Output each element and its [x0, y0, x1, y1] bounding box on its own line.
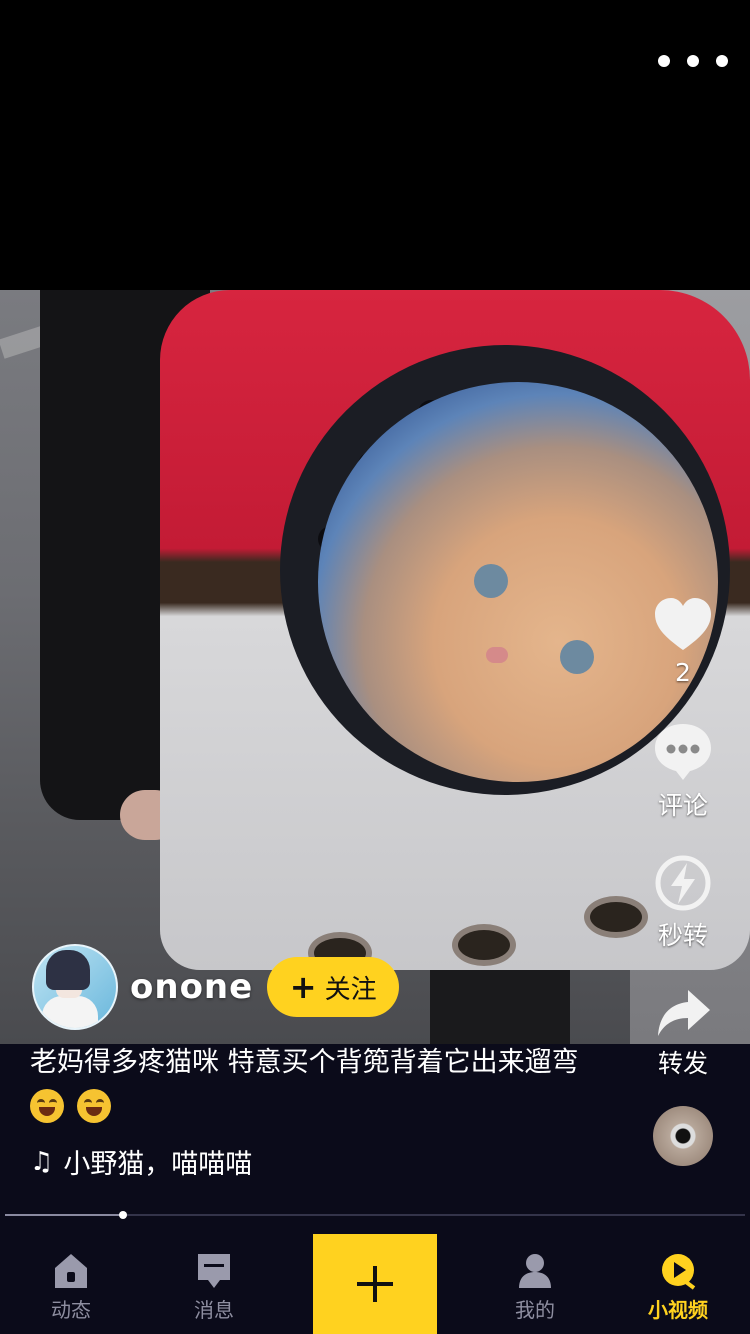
- video-progress-bar[interactable]: [5, 1211, 745, 1219]
- author-row: onone + 关注: [32, 944, 400, 1030]
- more-options-button[interactable]: [658, 48, 728, 74]
- music-info[interactable]: ♫ 小野猫，喵喵喵: [30, 1142, 252, 1181]
- backpack-vent: [452, 924, 516, 966]
- plus-icon: +: [289, 968, 317, 1006]
- create-post-button[interactable]: [313, 1234, 437, 1334]
- flash-share-button[interactable]: 秒转: [650, 854, 716, 952]
- caption-emojis: [30, 1084, 610, 1126]
- cat-nose: [486, 647, 508, 663]
- author-username[interactable]: onone: [130, 967, 253, 1007]
- tab-short-video-label: 小视频: [648, 1298, 708, 1322]
- avatar-hair: [46, 950, 90, 990]
- cat-eye: [560, 640, 594, 674]
- laughing-emoji-icon: [76, 1088, 111, 1123]
- like-count: 2: [675, 658, 691, 687]
- tab-short-video[interactable]: 小视频: [618, 1234, 738, 1334]
- comment-label: 评论: [657, 791, 708, 820]
- follow-button[interactable]: + 关注: [267, 957, 400, 1017]
- top-bar: [0, 0, 750, 290]
- caption-text: 老妈得多疼猫咪 特意买个背篼背着它出来遛弯: [30, 1047, 579, 1078]
- music-title: 小野猫，喵喵喵: [63, 1149, 253, 1180]
- music-note-icon: ♫: [30, 1146, 54, 1177]
- video-player[interactable]: [0, 290, 750, 1044]
- cat-eye: [474, 564, 508, 598]
- message-icon: [198, 1254, 230, 1288]
- lightning-icon: [655, 855, 711, 911]
- user-icon: [519, 1254, 551, 1288]
- laughing-emoji-icon: [30, 1088, 64, 1123]
- forward-button[interactable]: 转发: [650, 986, 716, 1080]
- forward-label: 转发: [657, 1049, 708, 1078]
- more-dot-icon: [658, 55, 670, 67]
- bottom-tab-bar: 动态 消息 我的 小视频: [0, 1234, 750, 1334]
- comment-button[interactable]: 评论: [650, 722, 716, 822]
- avatar-body: [42, 996, 98, 1028]
- tab-me[interactable]: 我的: [475, 1234, 595, 1334]
- tab-messages-label: 消息: [194, 1298, 234, 1322]
- more-dot-icon: [716, 55, 728, 67]
- more-dot-icon: [687, 55, 699, 67]
- follow-label: 关注: [324, 974, 377, 1005]
- forward-arrow-icon: [658, 990, 710, 1036]
- tab-messages[interactable]: 消息: [154, 1234, 274, 1334]
- author-avatar[interactable]: [32, 944, 118, 1030]
- plus-icon: [373, 1266, 377, 1302]
- home-icon: [55, 1254, 87, 1288]
- video-caption: 老妈得多疼猫咪 特意买个背篼背着它出来遛弯: [30, 1042, 610, 1126]
- tab-me-label: 我的: [515, 1298, 555, 1322]
- flash-share-label: 秒转: [657, 921, 708, 950]
- heart-icon: [655, 598, 711, 650]
- progress-fill: [5, 1214, 124, 1216]
- like-button[interactable]: 2: [650, 596, 716, 687]
- comment-bubble-icon: [655, 724, 711, 780]
- backpack-vent: [584, 896, 648, 938]
- tab-dynamics-label: 动态: [51, 1298, 91, 1322]
- music-disc-icon[interactable]: [653, 1106, 713, 1166]
- play-circle-icon: [662, 1254, 696, 1290]
- tab-dynamics[interactable]: 动态: [11, 1234, 131, 1334]
